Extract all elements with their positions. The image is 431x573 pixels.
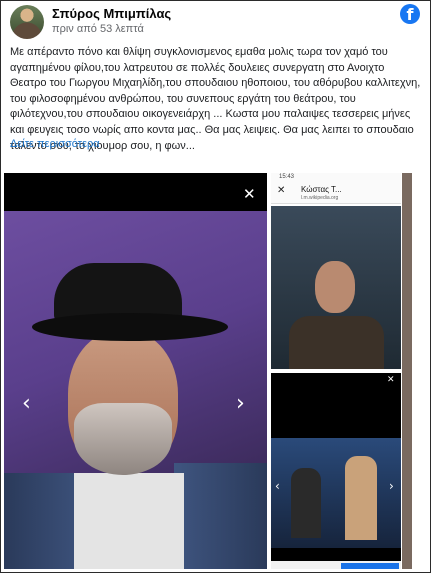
screenshot-footer-button [341, 563, 399, 569]
screenshot-photo-2[interactable]: ✕ ‹ › [271, 373, 401, 569]
status-time: 15:43 [279, 174, 295, 180]
close-icon[interactable]: ✕ [387, 375, 395, 385]
author-name[interactable]: Σπύρος Μπιμπίλας [52, 6, 171, 21]
chevron-right-icon[interactable]: › [236, 391, 245, 416]
author-avatar[interactable] [10, 5, 44, 39]
main-photo[interactable]: ✕ ‹ › [4, 173, 267, 569]
chevron-left-icon[interactable]: ‹ [275, 479, 280, 493]
close-icon[interactable]: ✕ [243, 185, 256, 203]
photo-coat-right [174, 463, 267, 569]
wiki-page-title: Κώστας Τ... [301, 185, 342, 194]
photo-hat-brim [32, 313, 228, 341]
close-icon: ✕ [277, 185, 286, 196]
photo-shirt [74, 473, 184, 569]
photo-strip-edge [402, 173, 412, 569]
wiki-photo [271, 206, 401, 369]
post-timestamp[interactable]: πριν από 53 λεπτά [52, 23, 144, 35]
stage-photo [271, 438, 401, 548]
facebook-icon: f [400, 4, 420, 24]
screenshot-photo-1[interactable]: 15:43 ✕ Κώστας Τ... l.m.wikipedia.org [271, 173, 401, 369]
photo-actor-left [291, 468, 321, 538]
photo-vest [289, 316, 384, 369]
photo-face [315, 261, 355, 313]
photo-beard [74, 403, 172, 475]
chevron-left-icon[interactable]: ‹ [22, 391, 31, 416]
chevron-right-icon[interactable]: › [389, 479, 394, 493]
wiki-page-url: l.m.wikipedia.org [301, 195, 339, 201]
see-more-link[interactable]: Δείτε περισσότερα [10, 138, 100, 150]
browser-bar: 15:43 ✕ Κώστας Τ... l.m.wikipedia.org [271, 173, 401, 204]
photo-actor-right [345, 456, 377, 540]
facebook-post: Σπύρος Μπιμπίλας πριν από 53 λεπτά f Με … [0, 0, 431, 573]
